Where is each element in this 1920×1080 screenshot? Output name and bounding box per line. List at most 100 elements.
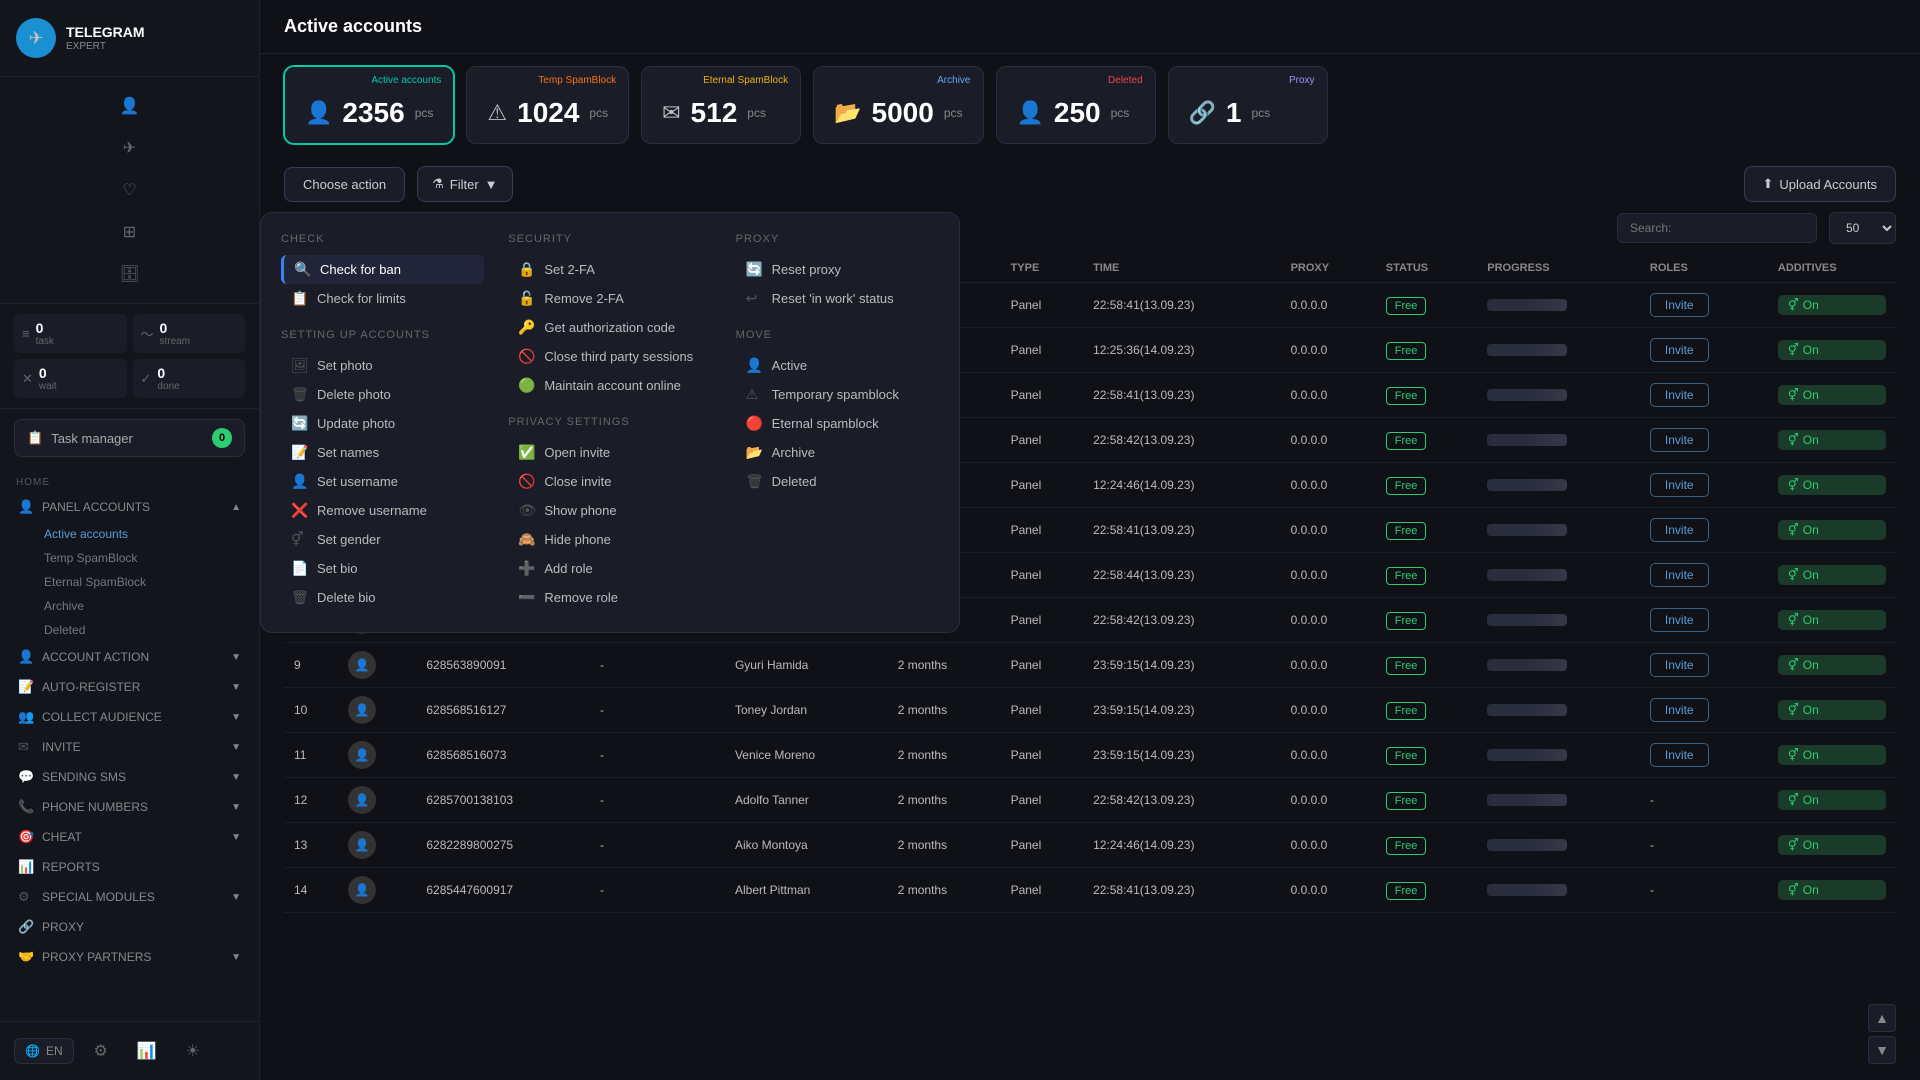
sidebar-item-temp-spamblock[interactable]: Temp SpamBlock [34, 546, 251, 570]
sidebar-item-cheat[interactable]: 🎯 CHEAT ▼ [8, 822, 251, 852]
dd-item-move-deleted[interactable]: 🗑 Deleted [736, 467, 939, 496]
dd-item-add-role[interactable]: ➕ Add role [508, 554, 711, 583]
archive-label: Archive [44, 599, 84, 613]
dd-item-close-third-party[interactable]: 🚫 Close third party sessions [508, 342, 711, 371]
close-invite-icon: 🚫 [518, 473, 536, 490]
language-button[interactable]: 🌐 EN [14, 1038, 74, 1064]
add-role-icon: ➕ [518, 560, 536, 577]
sidebar-item-special-modules[interactable]: ⚙ SPECIAL MODULES ▼ [8, 882, 251, 912]
dd-item-reset-proxy[interactable]: 🔄 Reset proxy [736, 255, 939, 284]
sidebar-item-eternal-spamblock[interactable]: Eternal SpamBlock [34, 570, 251, 594]
stat-card-eternal-spamblock[interactable]: Eternal SpamBlock ✉ 512 pcs [641, 66, 801, 144]
database-icon[interactable]: 🗄 [111, 255, 149, 293]
dd-item-move-archive[interactable]: 📂 Archive [736, 438, 939, 467]
user-icon[interactable]: 👤 [111, 87, 149, 125]
scroll-controls: ▲ ▼ [1868, 1004, 1896, 1064]
invite-button[interactable]: Invite [1650, 473, 1709, 497]
filter-icon: ⚗ [432, 176, 444, 192]
sidebar-item-proxy-partners[interactable]: 🤝 PROXY PARTNERS ▼ [8, 942, 251, 972]
cheat-label: CHEAT [42, 830, 82, 844]
choose-action-button[interactable]: Choose action [284, 167, 405, 202]
dd-item-close-invite[interactable]: 🚫 Close invite [508, 467, 711, 496]
invite-button[interactable]: Invite [1650, 293, 1709, 317]
dd-item-remove-2fa[interactable]: 🔓 Remove 2-FA [508, 284, 711, 313]
dd-item-hide-phone[interactable]: 🙈 Hide phone [508, 525, 711, 554]
cell-type: Panel [1001, 373, 1083, 418]
sidebar-item-sending-sms[interactable]: 💬 SENDING SMS ▼ [8, 762, 251, 792]
invite-button[interactable]: Invite [1650, 338, 1709, 362]
invite-button[interactable]: Invite [1650, 653, 1709, 677]
dd-item-open-invite[interactable]: ✅ Open invite [508, 438, 711, 467]
filter-button[interactable]: ⚗ Filter ▼ [417, 166, 512, 202]
invite-button[interactable]: Invite [1650, 698, 1709, 722]
dd-item-delete-photo[interactable]: 🗑 Delete photo [281, 380, 484, 409]
sidebar-item-auto-register[interactable]: 📝 AUTO-REGISTER ▼ [8, 672, 251, 702]
settings-icon[interactable]: ⚙ [82, 1032, 120, 1070]
dd-item-check-ban[interactable]: 🔍 Check for ban [281, 255, 484, 284]
dd-item-reset-in-work[interactable]: ↩ Reset 'in work' status [736, 284, 939, 313]
dd-item-remove-username[interactable]: ❌ Remove username [281, 496, 484, 525]
sidebar-item-collect-audience[interactable]: 👥 COLLECT AUDIENCE ▼ [8, 702, 251, 732]
dd-item-set-gender[interactable]: ⚥ Set gender [281, 525, 484, 554]
progress-bar [1487, 299, 1567, 311]
card-label-active: Active accounts [371, 75, 441, 86]
dd-item-move-active[interactable]: 👤 Active [736, 351, 939, 380]
move-archive-icon: 📂 [746, 444, 764, 461]
card-label-deleted: Deleted [1108, 75, 1142, 86]
special-modules-label: SPECIAL MODULES [42, 890, 155, 904]
stat-card-temp-spamblock[interactable]: Temp SpamBlock ⚠ 1024 pcs [466, 66, 629, 144]
stat-card-active-accounts[interactable]: Active accounts 👤 2356 pcs [284, 66, 454, 144]
sidebar-item-invite[interactable]: ✉ INVITE ▼ [8, 732, 251, 762]
invite-button[interactable]: Invite [1650, 518, 1709, 542]
heart-icon[interactable]: ♡ [111, 171, 149, 209]
dd-item-set-names[interactable]: 📝 Set names [281, 438, 484, 467]
sidebar-item-phone-numbers[interactable]: 📞 PHONE NUMBERS ▼ [8, 792, 251, 822]
gender-icon: ⚥ [1788, 748, 1799, 762]
search-input[interactable] [1617, 213, 1817, 243]
dd-item-set-username[interactable]: 👤 Set username [281, 467, 484, 496]
dd-item-set-2fa[interactable]: 🔒 Set 2-FA [508, 255, 711, 284]
dd-title-setting: SETTING UP ACCOUNTS [281, 329, 484, 341]
dd-item-get-auth-code[interactable]: 🔑 Get authorization code [508, 313, 711, 342]
sidebar-item-panel-accounts[interactable]: 👤 PANEL ACCOUNTS ▲ [8, 492, 251, 522]
dd-item-move-eternal-spam[interactable]: 🔴 Eternal spamblock [736, 409, 939, 438]
invite-button[interactable]: Invite [1650, 563, 1709, 587]
dd-item-check-limits[interactable]: 📋 Check for limits [281, 284, 484, 313]
invite-button[interactable]: Invite [1650, 428, 1709, 452]
cell-type: Panel [1001, 553, 1083, 598]
upload-accounts-button[interactable]: ⬆ Upload Accounts [1744, 166, 1896, 202]
scroll-up-button[interactable]: ▲ [1868, 1004, 1896, 1032]
grid-icon[interactable]: ⊞ [111, 213, 149, 251]
dd-item-remove-role[interactable]: ➖ Remove role [508, 583, 711, 612]
cell-status: Free [1376, 598, 1477, 643]
dd-item-set-bio[interactable]: 📄 Set bio [281, 554, 484, 583]
stat-card-archive[interactable]: Archive 📂 5000 pcs [813, 66, 983, 144]
invite-button[interactable]: Invite [1650, 743, 1709, 767]
scroll-down-button[interactable]: ▼ [1868, 1036, 1896, 1064]
sidebar: ✈ TELEGRAM EXPERT 👤 ✈ ♡ ⊞ 🗄 ≡ 0 task 〜 0… [0, 0, 260, 1080]
dd-item-delete-bio[interactable]: 🗑 Delete bio [281, 583, 484, 612]
stats-icon[interactable]: 📊 [128, 1032, 166, 1070]
sidebar-item-reports[interactable]: 📊 REPORTS [8, 852, 251, 882]
card-label-temp: Temp SpamBlock [538, 75, 616, 86]
stat-card-proxy[interactable]: Proxy 🔗 1 pcs [1168, 66, 1328, 144]
dd-item-set-photo[interactable]: 🖼 Set photo [281, 351, 484, 380]
dd-item-update-photo[interactable]: 🔄 Update photo [281, 409, 484, 438]
sidebar-item-archive[interactable]: Archive [34, 594, 251, 618]
dd-item-maintain-online[interactable]: 🟢 Maintain account online [508, 371, 711, 400]
task-manager-button[interactable]: 📋 Task manager 0 [14, 419, 245, 457]
stat-card-deleted[interactable]: Deleted 👤 250 pcs [996, 66, 1156, 144]
wait-icon: ✕ [22, 371, 33, 387]
send-icon[interactable]: ✈ [111, 129, 149, 167]
sun-icon[interactable]: ☀ [174, 1032, 212, 1070]
invite-button[interactable]: Invite [1650, 608, 1709, 632]
cell-progress [1477, 643, 1640, 688]
sidebar-item-deleted[interactable]: Deleted [34, 618, 251, 642]
sidebar-item-proxy[interactable]: 🔗 PROXY [8, 912, 251, 942]
invite-button[interactable]: Invite [1650, 383, 1709, 407]
per-page-select[interactable]: 50 100 200 [1829, 212, 1896, 244]
dd-item-move-temp-spam[interactable]: ⚠ Temporary spamblock [736, 380, 939, 409]
sidebar-item-account-action[interactable]: 👤 ACCOUNT ACTION ▼ [8, 642, 251, 672]
dd-item-show-phone[interactable]: 👁 Show phone [508, 496, 711, 525]
sidebar-item-active-accounts[interactable]: Active accounts [34, 522, 251, 546]
